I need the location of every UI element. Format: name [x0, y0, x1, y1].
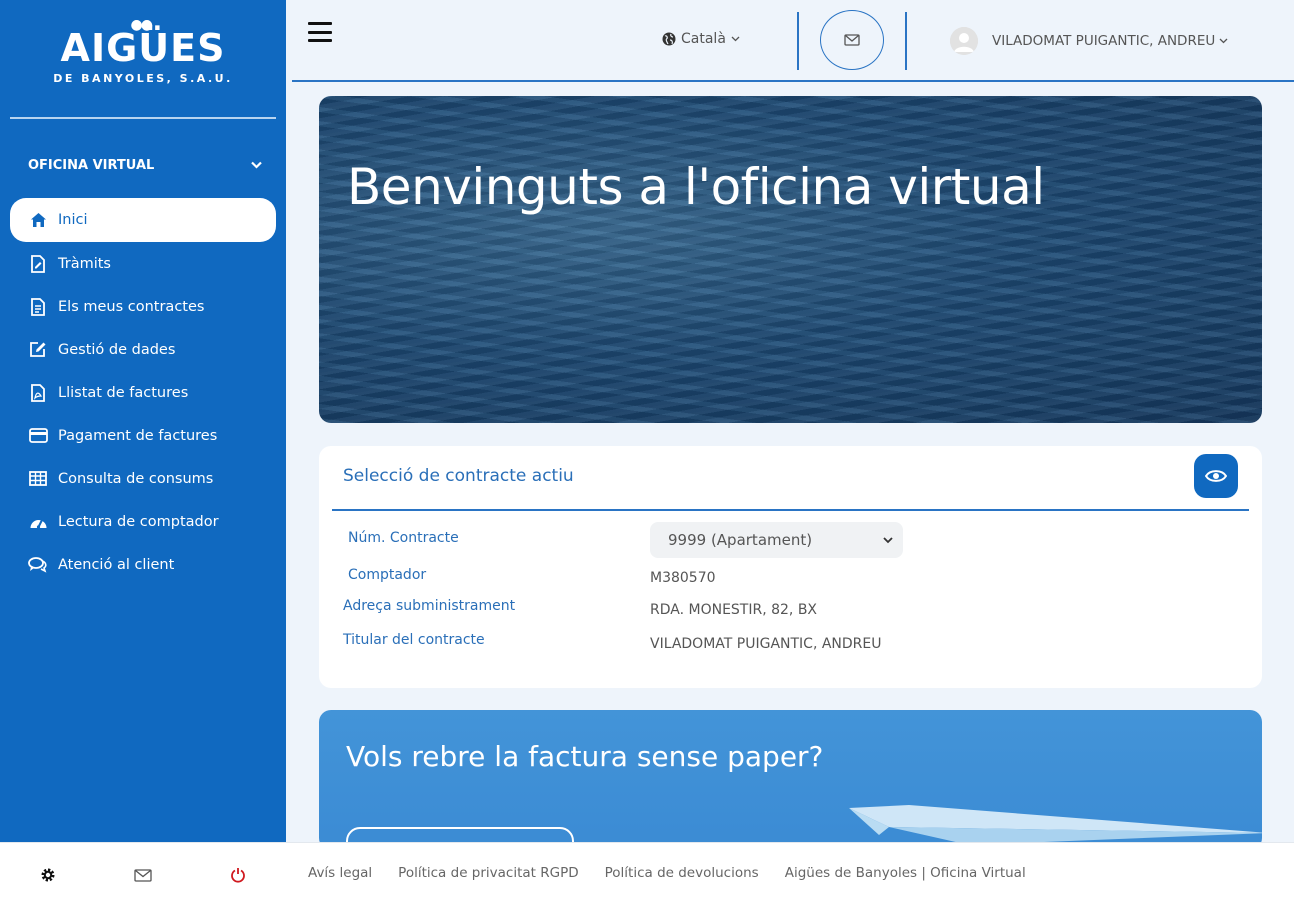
gear-icon [41, 868, 55, 882]
sidebar-divider [10, 117, 276, 119]
chevron-down-icon [251, 159, 262, 172]
sidebar-item-label: Atenció al client [58, 556, 175, 573]
table-icon [28, 469, 48, 489]
sidebar-item-inici[interactable]: Inici [10, 198, 276, 242]
sidebar-item-label: Inici [58, 212, 88, 228]
sidebar-item-label: Pagament de factures [58, 427, 218, 444]
holder-value: VILADOMAT PUIGANTIC, ANDREU [650, 636, 882, 652]
chevron-down-icon [731, 36, 740, 42]
sidebar-section-title: OFICINA VIRTUAL [28, 158, 155, 173]
card-divider [332, 509, 1249, 511]
sidebar-item-tramits[interactable]: Tràmits [10, 242, 276, 285]
avatar [950, 27, 978, 55]
sidebar-item-consulta-consums[interactable]: Consulta de consums [10, 457, 276, 500]
address-label: Adreça subministrament [343, 598, 516, 614]
sidebar: ●● AIGÜES DE BANYOLES, S.A.U. OFICINA VI… [0, 0, 286, 842]
user-name: VILADOMAT PUIGANTIC, ANDREU [992, 33, 1216, 49]
document-edit-icon [28, 254, 48, 274]
brand-logo[interactable]: ●● AIGÜES DE BANYOLES, S.A.U. [0, 18, 286, 85]
pdf-icon [28, 383, 48, 403]
sidebar-item-label: Gestió de dades [58, 341, 176, 358]
menu-toggle-icon[interactable] [308, 22, 332, 42]
sidebar-item-gestio-dades[interactable]: Gestió de dades [10, 328, 276, 371]
settings-button[interactable] [38, 865, 58, 885]
paper-plane-icon [849, 805, 1262, 845]
language-selector[interactable]: Català [662, 31, 740, 47]
view-contract-button[interactable] [1194, 454, 1238, 498]
mail-icon [134, 868, 152, 882]
sidebar-item-lectura-comptador[interactable]: Lectura de comptador [10, 500, 276, 543]
holder-label: Titular del contracte [343, 632, 485, 648]
power-icon [231, 868, 245, 883]
chevron-down-icon [1219, 38, 1228, 44]
header-divider [905, 12, 907, 70]
eye-icon [1205, 470, 1227, 482]
footer: Avís legal Política de privacitat RGPD P… [0, 842, 1294, 900]
contract-icon [28, 297, 48, 317]
header-divider [797, 12, 799, 70]
sidebar-item-pagament-factures[interactable]: Pagament de factures [10, 414, 276, 457]
footer-links: Avís legal Política de privacitat RGPD P… [308, 865, 1026, 881]
brand-subtitle: DE BANYOLES, S.A.U. [53, 72, 233, 85]
sidebar-item-label: Els meus contractes [58, 298, 205, 315]
contract-number-label: Núm. Contracte [348, 530, 459, 546]
logo-drops-icon: ●● [130, 17, 153, 33]
contract-card-title: Selecció de contracte actiu [343, 466, 574, 486]
contract-select-value: 9999 (Apartament) [668, 531, 813, 549]
meter-label: Comptador [348, 567, 427, 583]
footer-link-home[interactable]: Aigües de Banyoles | Oficina Virtual [785, 865, 1026, 881]
footer-link-privacy[interactable]: Política de privacitat RGPD [398, 865, 578, 881]
chat-icon [28, 555, 48, 575]
sidebar-nav: Inici Tràmits Els meus contractes Gestió… [10, 198, 276, 586]
logout-button[interactable] [228, 865, 248, 885]
language-label: Català [681, 31, 726, 47]
sidebar-item-llistat-factures[interactable]: Llistat de factures [10, 371, 276, 414]
chevron-down-icon [883, 536, 893, 543]
footer-mail-button[interactable] [133, 865, 153, 885]
credit-card-icon [28, 426, 48, 446]
contract-select[interactable]: 9999 (Apartament) [650, 522, 903, 558]
footer-link-legal[interactable]: Avís legal [308, 865, 372, 881]
sidebar-item-contractes[interactable]: Els meus contractes [10, 285, 276, 328]
sidebar-item-label: Lectura de comptador [58, 513, 219, 530]
globe-icon [662, 32, 676, 46]
contract-card: Selecció de contracte actiu Núm. Contrac… [319, 446, 1262, 688]
messages-button[interactable] [820, 10, 884, 70]
user-menu[interactable]: VILADOMAT PUIGANTIC, ANDREU [950, 27, 1228, 55]
sidebar-item-label: Llistat de factures [58, 384, 189, 401]
gauge-icon [28, 512, 48, 532]
home-icon [28, 210, 48, 230]
sidebar-section-toggle[interactable]: OFICINA VIRTUAL [28, 158, 262, 173]
top-header: Català VILADOMAT PUIGANTIC, ANDREU [292, 0, 1294, 82]
welcome-banner: Benvinguts a l'oficina virtual [319, 96, 1262, 423]
footer-link-returns[interactable]: Política de devolucions [605, 865, 759, 881]
meter-value: M380570 [650, 570, 716, 586]
paperless-title: Vols rebre la factura sense paper? [346, 740, 824, 773]
edit-icon [28, 340, 48, 360]
sidebar-item-atencio-client[interactable]: Atenció al client [10, 543, 276, 586]
address-value: RDA. MONESTIR, 82, BX [650, 602, 818, 618]
page-title: Benvinguts a l'oficina virtual [347, 158, 1045, 216]
sidebar-item-label: Consulta de consums [58, 470, 214, 487]
sidebar-item-label: Tràmits [58, 255, 111, 272]
mail-icon [844, 34, 860, 46]
paperless-invoice-banner: Vols rebre la factura sense paper? [319, 710, 1262, 850]
